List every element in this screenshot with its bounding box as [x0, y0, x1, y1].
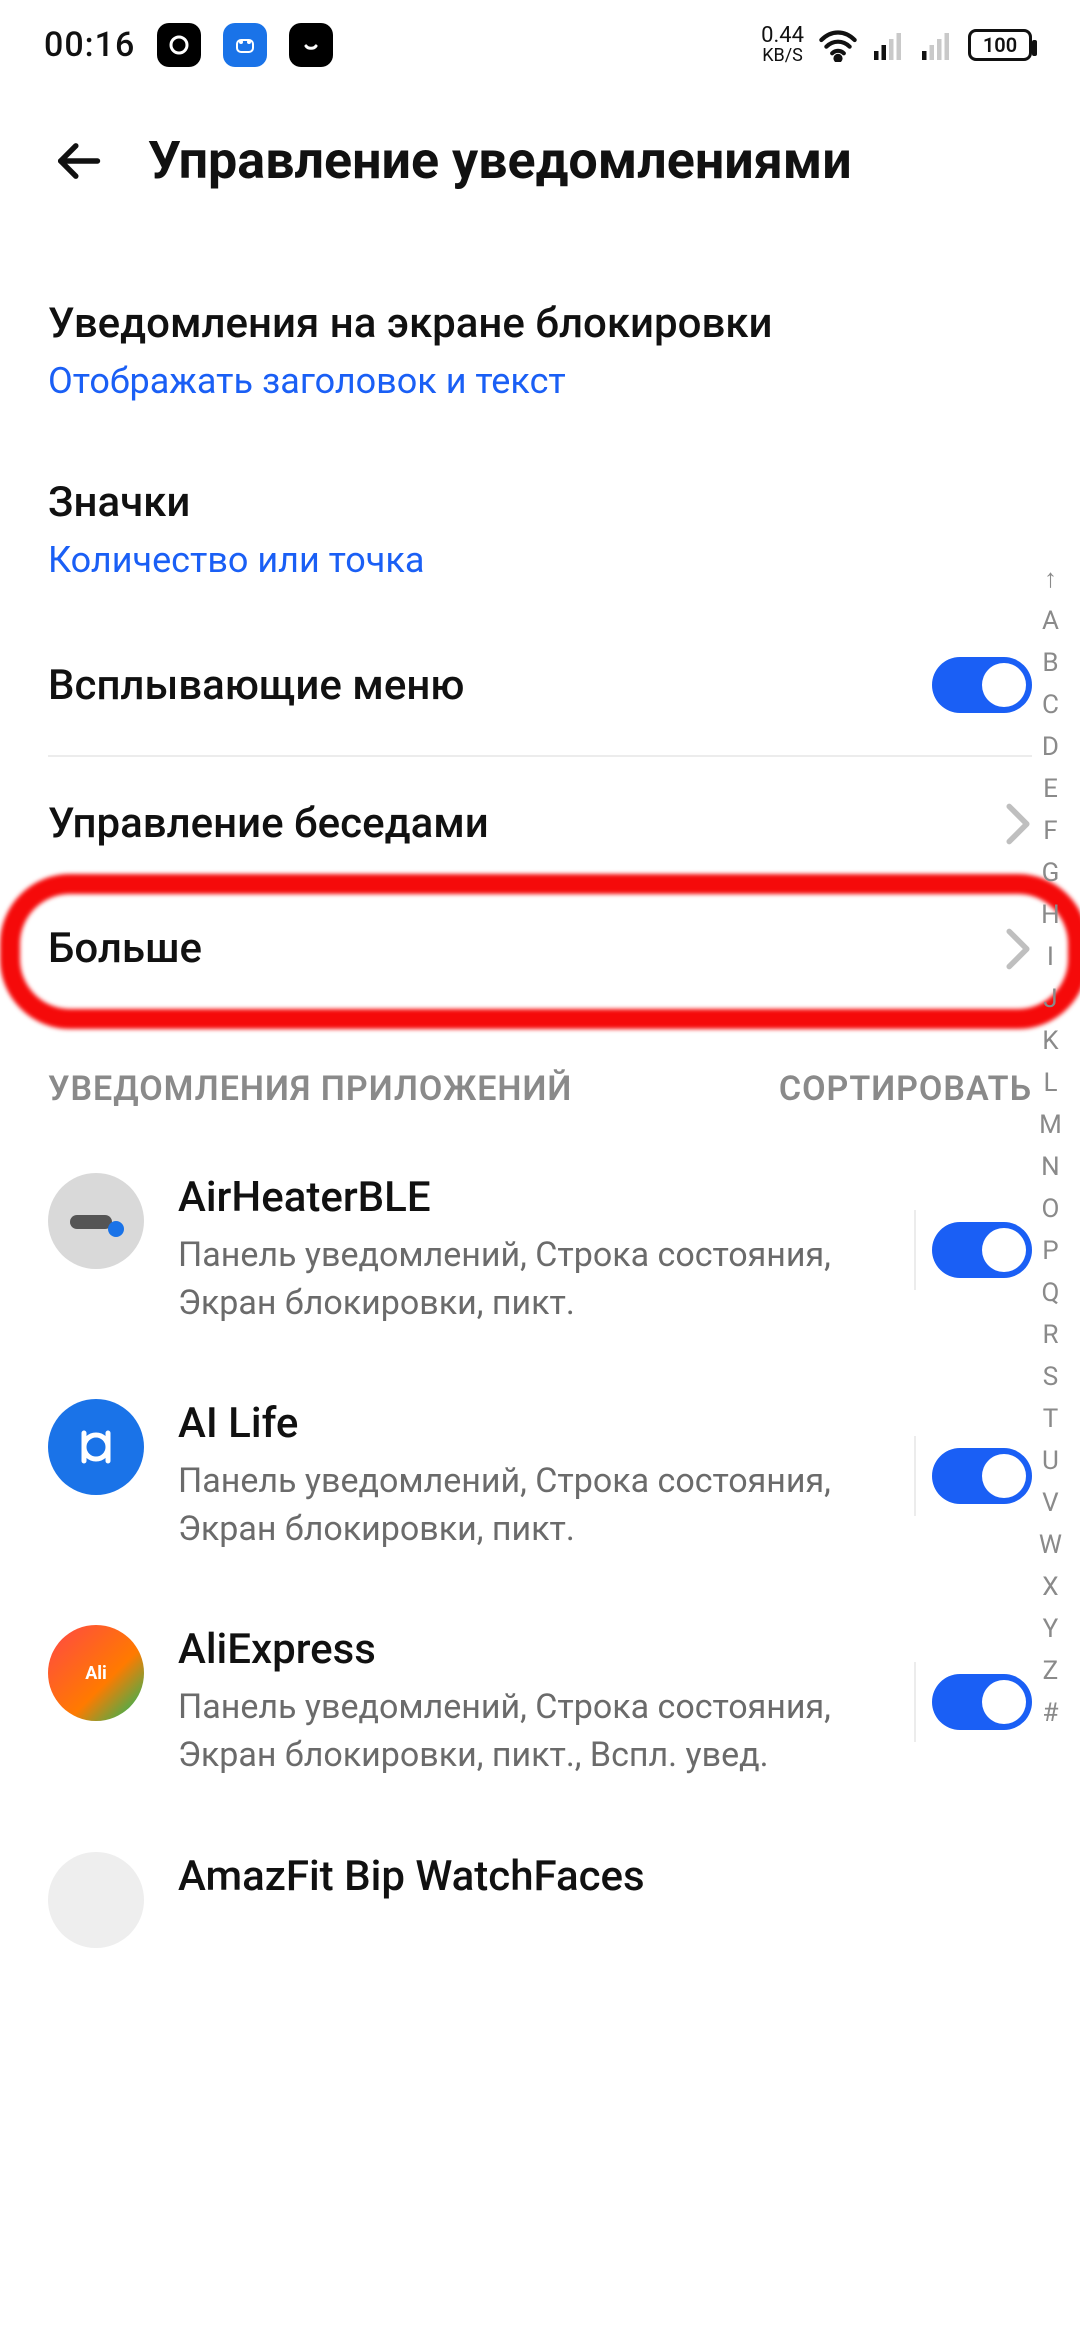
index-letter[interactable]: P: [1034, 1232, 1066, 1270]
section-title: УВЕДОМЛЕНИЯ ПРИЛОЖЕНИЙ: [48, 1069, 572, 1109]
status-right: 0.44 KB/S 100: [761, 25, 1032, 65]
index-letter[interactable]: O: [1034, 1190, 1068, 1228]
separator: [914, 1662, 916, 1742]
row-popup-menus[interactable]: Всплывающие меню: [48, 619, 1032, 751]
app-row[interactable]: AirHeaterBLE Панель уведомлений, Строка …: [48, 1137, 1032, 1363]
index-letter[interactable]: G: [1034, 854, 1068, 892]
net-speed: 0.44 KB/S: [761, 25, 804, 65]
row-label: Значки: [48, 478, 424, 527]
app-name: AmazFit Bip WatchFaces: [178, 1852, 1032, 1901]
alpha-index[interactable]: ↑ ABCDEFGHIJKLMNOPQRSTUVWXYZ #: [1031, 560, 1070, 1732]
app-toggle[interactable]: [932, 1448, 1032, 1504]
header: Управление уведомлениями: [0, 90, 1080, 261]
index-letter[interactable]: C: [1034, 686, 1067, 724]
page-title: Управление уведомлениями: [148, 130, 852, 191]
separator: [914, 1210, 916, 1290]
row-lockscreen-notifications[interactable]: Уведомления на экране блокировки Отображ…: [48, 261, 1032, 440]
wifi-icon: [818, 28, 858, 62]
divider: [48, 755, 1032, 757]
separator: [914, 1436, 916, 1516]
popup-toggle[interactable]: [932, 657, 1032, 713]
content: Уведомления на экране блокировки Отображ…: [0, 261, 1080, 1984]
app-desc: Панель уведомлений, Строка состояния, Эк…: [178, 1684, 880, 1779]
index-letter[interactable]: X: [1034, 1568, 1066, 1606]
app-desc: Панель уведомлений, Строка состояния, Эк…: [178, 1458, 880, 1553]
index-letter[interactable]: V: [1034, 1484, 1067, 1522]
index-letter[interactable]: D: [1034, 728, 1067, 766]
battery-icon: 100: [968, 29, 1032, 61]
index-letter[interactable]: Y: [1035, 1610, 1067, 1648]
statusbar-app-icon-1: [157, 23, 201, 67]
back-button[interactable]: [48, 131, 108, 191]
index-letter[interactable]: F: [1035, 812, 1065, 850]
signal-icon-1: [872, 30, 906, 60]
row-subtitle: Количество или точка: [48, 539, 424, 581]
net-speed-unit: KB/S: [761, 47, 804, 65]
status-left: 00:16: [44, 23, 333, 67]
app-row[interactable]: AI Life Панель уведомлений, Строка состо…: [48, 1363, 1032, 1589]
index-letter[interactable]: L: [1035, 1064, 1065, 1102]
index-letter[interactable]: Q: [1034, 1274, 1068, 1312]
index-letter[interactable]: Z: [1035, 1652, 1067, 1690]
index-letter[interactable]: J: [1035, 980, 1065, 1018]
app-row[interactable]: AmazFit Bip WatchFaces: [48, 1816, 1032, 1984]
index-letter[interactable]: K: [1034, 1022, 1066, 1060]
app-icon: [48, 1852, 144, 1948]
index-letter[interactable]: I: [1039, 938, 1062, 976]
status-bar: 00:16 0.44 KB/S 100: [0, 0, 1080, 90]
section-header: УВЕДОМЛЕНИЯ ПРИЛОЖЕНИЙ СОРТИРОВАТЬ: [48, 1021, 1032, 1137]
sort-button[interactable]: СОРТИРОВАТЬ: [779, 1069, 1032, 1109]
index-letter[interactable]: A: [1034, 602, 1067, 640]
index-letter[interactable]: M: [1031, 1106, 1070, 1144]
app-toggle[interactable]: [932, 1674, 1032, 1730]
row-more[interactable]: Больше: [48, 886, 1032, 1011]
index-letter[interactable]: N: [1033, 1148, 1068, 1186]
divider: [48, 1015, 1032, 1017]
row-label: Больше: [48, 924, 202, 973]
index-letter[interactable]: B: [1034, 644, 1066, 682]
index-letter[interactable]: #: [1034, 1694, 1066, 1732]
statusbar-app-icon-3: [289, 23, 333, 67]
index-letter[interactable]: T: [1035, 1400, 1067, 1438]
index-letter[interactable]: S: [1035, 1358, 1066, 1396]
app-name: AI Life: [178, 1399, 880, 1448]
chevron-right-icon: [1004, 927, 1032, 971]
app-desc: Панель уведомлений, Строка состояния, Эк…: [178, 1232, 880, 1327]
row-label: Управление беседами: [48, 799, 489, 848]
row-label: Всплывающие меню: [48, 661, 464, 710]
row-conversations[interactable]: Управление беседами: [48, 761, 1032, 886]
app-name: AliExpress: [178, 1625, 880, 1674]
signal-icon-2: [920, 30, 954, 60]
index-letter[interactable]: W: [1031, 1526, 1070, 1564]
app-row[interactable]: Ali AliExpress Панель уведомлений, Строк…: [48, 1589, 1032, 1815]
row-badges[interactable]: Значки Количество или точка: [48, 440, 1032, 619]
app-icon: [48, 1173, 144, 1269]
row-subtitle: Отображать заголовок и текст: [48, 360, 773, 402]
index-letter[interactable]: E: [1035, 770, 1066, 808]
row-label: Уведомления на экране блокировки: [48, 299, 773, 348]
app-icon: Ali: [48, 1625, 144, 1721]
index-letter[interactable]: U: [1034, 1442, 1067, 1480]
index-letter[interactable]: H: [1033, 896, 1068, 934]
battery-value: 100: [983, 33, 1017, 57]
index-letter[interactable]: ↑: [1036, 560, 1065, 598]
app-toggle[interactable]: [932, 1222, 1032, 1278]
index-letter[interactable]: R: [1034, 1316, 1066, 1354]
status-time: 00:16: [44, 25, 135, 65]
statusbar-app-icon-2: [223, 23, 267, 67]
app-name: AirHeaterBLE: [178, 1173, 880, 1222]
arrow-left-icon: [52, 135, 104, 187]
app-icon: [48, 1399, 144, 1495]
row-more-wrapper: Больше: [48, 886, 1032, 1011]
chevron-right-icon: [1004, 802, 1032, 846]
